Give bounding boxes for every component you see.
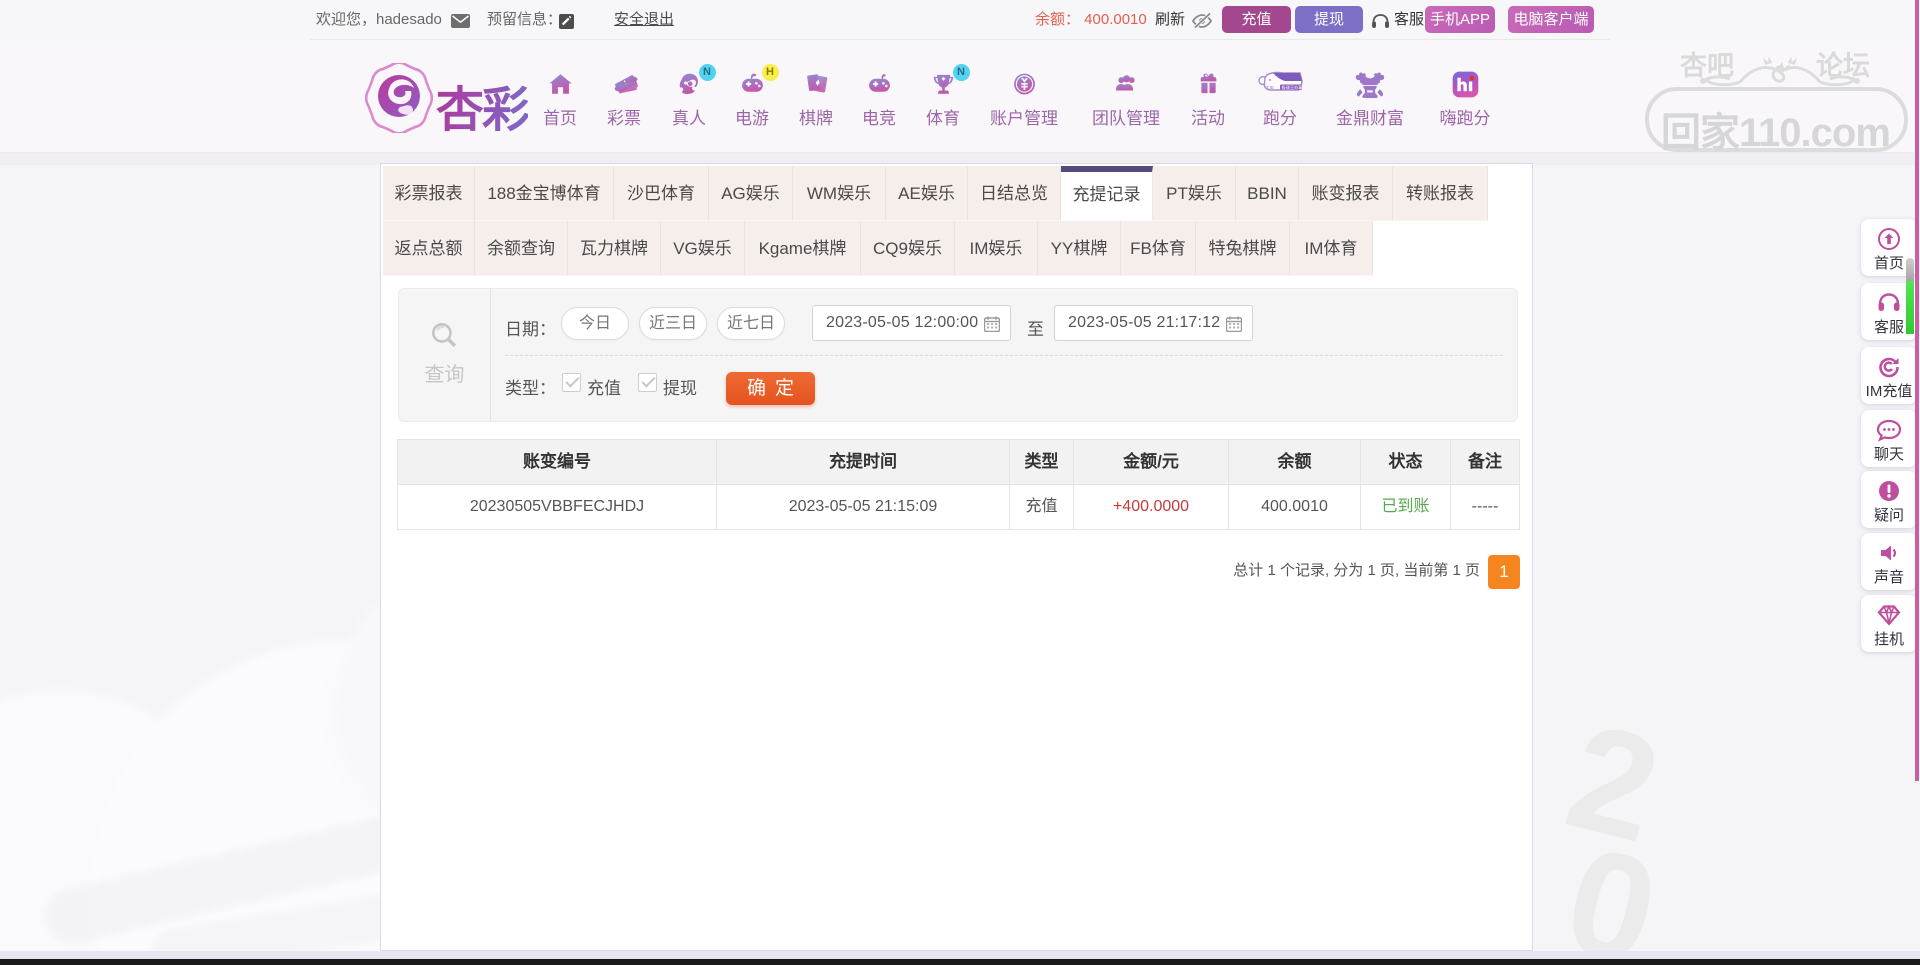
svg-text:极速王办事处: 极速王办事处 bbox=[1281, 84, 1304, 91]
svg-text:T.IE: T.IE bbox=[1266, 85, 1274, 90]
